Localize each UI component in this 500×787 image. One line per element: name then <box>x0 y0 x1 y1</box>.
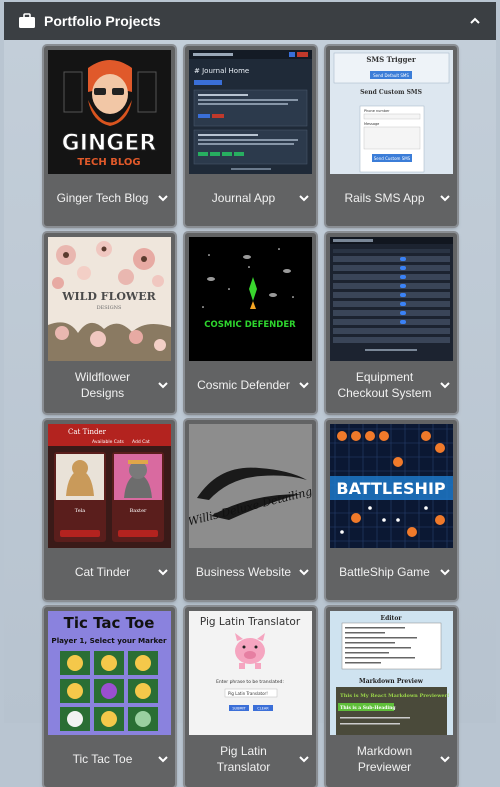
send-default-sms-button: Send Default SMS <box>373 73 409 78</box>
journal-heading: # Journal Home <box>194 67 249 75</box>
project-card-equipment-checkout[interactable]: Equipment Checkout System <box>326 233 457 413</box>
pig-title: Pig Latin Translator <box>200 616 301 628</box>
project-thumbnail: BATTLESHIP <box>330 424 453 548</box>
chevron-down-icon[interactable] <box>439 566 451 578</box>
chevron-down-icon[interactable] <box>157 753 169 765</box>
project-thumbnail: # Journal Home <box>189 50 312 174</box>
project-card-markdown-previewer[interactable]: Editor Markdown Preview This is My React… <box>326 607 457 787</box>
portfolio-header[interactable]: Portfolio Projects <box>4 2 496 40</box>
briefcase-icon <box>18 13 36 29</box>
project-title: Markdown Previewer <box>356 744 413 774</box>
project-title: Cosmic Defender <box>197 378 290 392</box>
message-label: Message <box>364 122 379 126</box>
project-thumbnail: Willis Deluxe Detailing <box>189 424 312 548</box>
project-title: Business Website <box>195 565 292 579</box>
chevron-up-icon[interactable] <box>468 14 482 28</box>
project-card-wildflower-designs[interactable]: WILD FLOWER DESIGNS Wildflower Designs <box>44 233 175 413</box>
project-thumbnail: Editor Markdown Preview This is My React… <box>330 611 453 735</box>
project-title: Cat Tinder <box>74 565 131 579</box>
project-thumbnail: COSMIC DEFENDER <box>189 237 312 361</box>
project-thumbnail <box>330 237 453 361</box>
project-card-battleship[interactable]: BATTLESHIP BattleShip Game <box>326 420 457 600</box>
project-title: Tic Tac Toe <box>72 752 133 766</box>
pig-clear-button: CLEAR <box>257 707 269 711</box>
logo-text: COSMIC DEFENDER <box>204 320 296 330</box>
project-thumbnail: Pig Latin Translator Enter phrase to be … <box>189 611 312 735</box>
logo-text: GINGER <box>62 131 157 156</box>
project-card-business-website[interactable]: Willis Deluxe Detailing Business Website <box>185 420 316 600</box>
md-preview-heading: This is My React Markdown Previewer! <box>340 693 449 699</box>
chevron-down-icon[interactable] <box>439 379 451 391</box>
cat-name-1: Tela <box>75 508 86 514</box>
cat-tinder-title: Cat Tinder <box>68 428 107 436</box>
project-card-rails-sms-app[interactable]: SMS Trigger Send Default SMS Send Custom… <box>326 46 457 226</box>
chevron-down-icon[interactable] <box>157 566 169 578</box>
chevron-down-icon[interactable] <box>157 379 169 391</box>
chevron-down-icon[interactable] <box>439 192 451 204</box>
project-thumbnail: Cat Tinder Available Cats Add Cat Tela B… <box>48 424 171 548</box>
sms-trigger-title: SMS Trigger <box>366 55 416 64</box>
projects-panel: GINGER TECH BLOG Ginger Tech Blog # Jour… <box>4 40 496 787</box>
available-cats-link: Available Cats <box>92 439 124 445</box>
chevron-down-icon[interactable] <box>298 566 310 578</box>
project-card-journal-app[interactable]: # Journal Home Journal App <box>185 46 316 226</box>
chevron-down-icon[interactable] <box>298 192 310 204</box>
project-card-ginger-tech-blog[interactable]: GINGER TECH BLOG Ginger Tech Blog <box>44 46 175 226</box>
project-title: Journal App <box>211 191 276 205</box>
section-title: Portfolio Projects <box>44 13 161 29</box>
send-custom-sms-button: Send Custom SMS <box>374 156 411 161</box>
pig-submit-button: SUBMIT <box>232 707 246 711</box>
project-thumbnail: GINGER TECH BLOG <box>48 50 171 174</box>
pig-input-value: Pig Latin Translator! <box>228 691 268 696</box>
ttt-subtitle: Player 1, Select your Marker <box>51 636 167 645</box>
logo-text: WILD FLOWER <box>61 290 156 303</box>
sms-custom-title: Send Custom SMS <box>360 89 422 96</box>
project-card-cat-tinder[interactable]: Cat Tinder Available Cats Add Cat Tela B… <box>44 420 175 600</box>
md-preview-subheading: This is a Sub-Heading <box>340 705 396 711</box>
ttt-title: Tic Tac Toe <box>64 614 155 632</box>
chevron-down-icon[interactable] <box>439 753 451 765</box>
project-title: Wildflower Designs <box>74 370 131 400</box>
add-cat-link: Add Cat <box>132 439 150 445</box>
project-card-pig-latin[interactable]: Pig Latin Translator Enter phrase to be … <box>185 607 316 787</box>
chevron-down-icon[interactable] <box>298 753 310 765</box>
project-thumbnail: Tic Tac Toe Player 1, Select your Marker <box>48 611 171 735</box>
md-preview-title: Markdown Preview <box>359 678 424 685</box>
project-thumbnail: WILD FLOWER DESIGNS <box>48 237 171 361</box>
chevron-down-icon[interactable] <box>298 379 310 391</box>
md-editor-title: Editor <box>381 615 403 622</box>
cat-name-2: Baxter <box>130 508 147 514</box>
phone-label: Phone number <box>364 109 390 113</box>
project-thumbnail: SMS Trigger Send Default SMS Send Custom… <box>330 50 453 174</box>
project-card-cosmic-defender[interactable]: COSMIC DEFENDER Cosmic Defender <box>185 233 316 413</box>
logo-subtext: DESIGNS <box>97 305 122 311</box>
chevron-down-icon[interactable] <box>157 192 169 204</box>
project-title: BattleShip Game <box>339 565 430 579</box>
logo-subtext: TECH BLOG <box>77 157 140 168</box>
project-title: Pig Latin Translator <box>216 744 271 774</box>
project-title: Equipment Checkout System <box>337 370 432 400</box>
project-title: Ginger Tech Blog <box>56 191 149 205</box>
logo-text: BATTLESHIP <box>336 479 446 498</box>
pig-prompt: Enter phrase to be translated: <box>216 679 284 685</box>
project-title: Rails SMS App <box>344 191 425 205</box>
project-card-tic-tac-toe[interactable]: Tic Tac Toe Player 1, Select your Marker… <box>44 607 175 787</box>
